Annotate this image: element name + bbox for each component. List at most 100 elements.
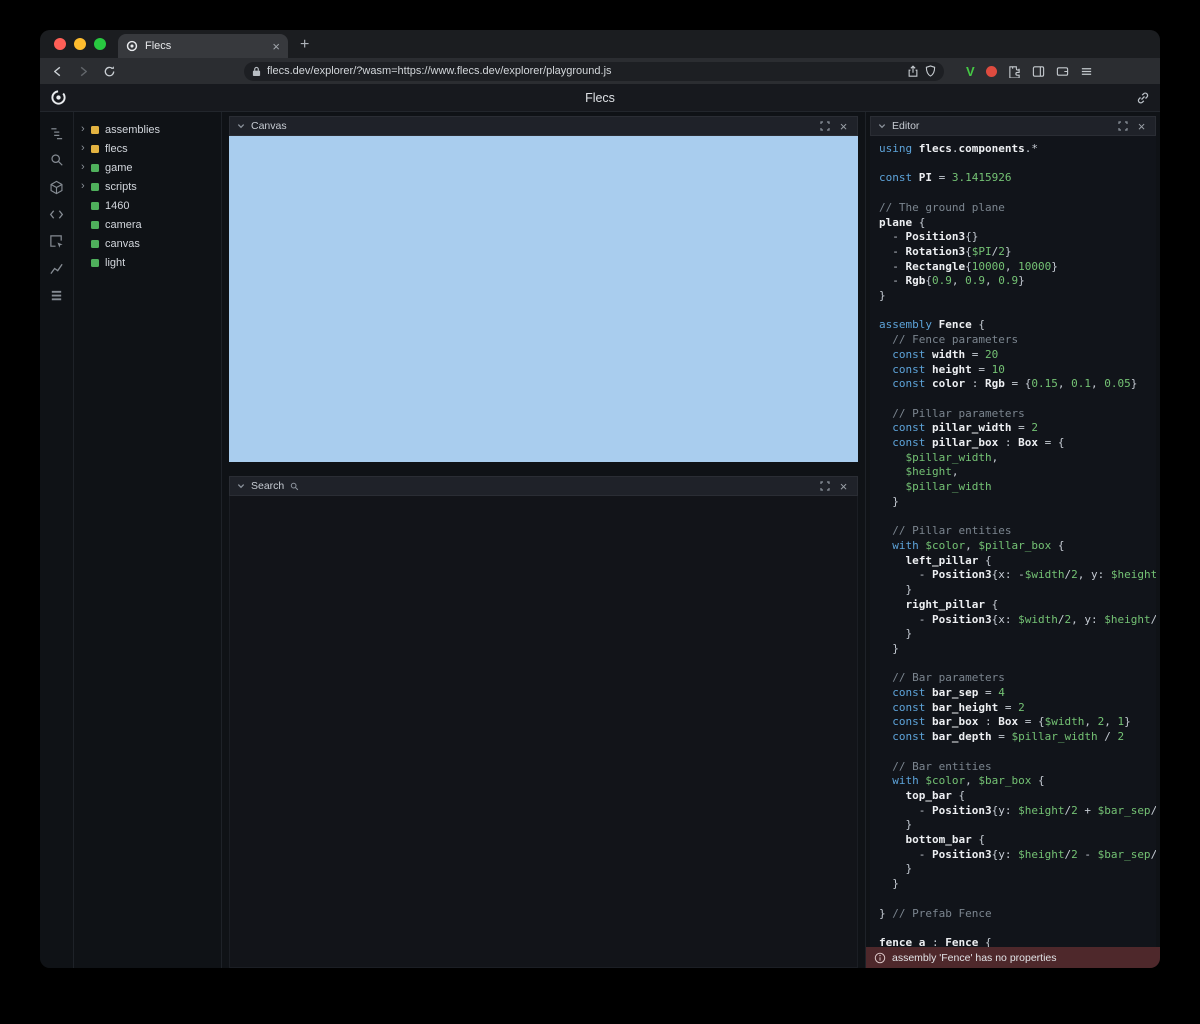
code-line: plane {	[879, 216, 1156, 231]
share-icon[interactable]	[907, 65, 919, 78]
code-line	[879, 892, 1156, 907]
extension-v-icon[interactable]: V	[966, 64, 975, 79]
code-line: }	[879, 495, 1156, 510]
tree-item-label: canvas	[105, 238, 140, 250]
center-column: Canvas × Search	[222, 112, 866, 968]
tab-favicon-flecs-icon	[126, 40, 138, 52]
address-bar[interactable]: flecs.dev/explorer/?wasm=https://www.fle…	[244, 62, 944, 81]
code-line: }	[879, 877, 1156, 892]
code-line: }	[879, 289, 1156, 304]
editor-close-icon[interactable]: ×	[1135, 120, 1148, 133]
code-line: bottom_bar {	[879, 833, 1156, 848]
editor-panel-title: Editor	[892, 120, 919, 132]
stats-chart-icon[interactable]	[48, 259, 66, 277]
wallet-icon[interactable]	[1056, 65, 1069, 78]
back-button[interactable]	[48, 62, 66, 80]
code-icon[interactable]	[48, 205, 66, 223]
extension-red-icon[interactable]	[986, 66, 997, 77]
new-tab-button[interactable]: +	[300, 36, 309, 54]
tree-item-light[interactable]: light	[74, 253, 221, 272]
tree-view-icon[interactable]	[48, 124, 66, 142]
code-line: const bar_sep = 4	[879, 686, 1156, 701]
entity-tree: ›assemblies›flecs›game›scripts1460camera…	[74, 112, 222, 968]
code-line: } // Prefab Fence	[879, 907, 1156, 922]
code-line	[879, 921, 1156, 936]
extensions-puzzle-icon[interactable]	[1008, 65, 1021, 78]
entity-color-dot	[91, 221, 99, 229]
tree-item-flecs[interactable]: › flecs	[74, 139, 221, 158]
tree-item-label: game	[105, 162, 133, 174]
entities-cube-icon[interactable]	[48, 178, 66, 196]
zoom-window-button[interactable]	[94, 38, 106, 50]
code-line: - Position3{x: $width/2, y: $height/2}	[879, 613, 1156, 628]
code-line: }	[879, 818, 1156, 833]
entity-color-dot	[91, 145, 99, 153]
expand-chevron-icon[interactable]: ›	[81, 124, 91, 135]
chevron-down-icon[interactable]	[237, 122, 245, 130]
search-glyph-icon	[290, 482, 299, 491]
code-line: const bar_depth = $pillar_width / 2	[879, 730, 1156, 745]
brave-shield-icon[interactable]	[925, 65, 936, 77]
minimize-window-button[interactable]	[74, 38, 86, 50]
code-line	[879, 392, 1156, 407]
tab-title: Flecs	[145, 40, 265, 52]
search-close-icon[interactable]: ×	[837, 480, 850, 493]
tree-item-label: camera	[105, 219, 142, 231]
code-line: using flecs.components.*	[879, 142, 1156, 157]
code-editor[interactable]: using flecs.components.* const PI = 3.14…	[870, 136, 1156, 947]
queries-rows-icon[interactable]	[48, 286, 66, 304]
code-line: fence_a : Fence {	[879, 936, 1156, 947]
tree-item-1460[interactable]: 1460	[74, 196, 221, 215]
tree-item-scripts[interactable]: ›scripts	[74, 177, 221, 196]
browser-tab[interactable]: Flecs ×	[118, 34, 288, 58]
browser-window: Flecs × + flecs.dev/explorer/?wasm=https…	[40, 30, 1160, 968]
tree-item-assemblies[interactable]: ›assemblies	[74, 120, 221, 139]
url-text: flecs.dev/explorer/?wasm=https://www.fle…	[267, 65, 901, 77]
code-line: top_bar {	[879, 789, 1156, 804]
code-line: const bar_height = 2	[879, 701, 1156, 716]
tree-item-label: flecs	[105, 143, 128, 155]
tree-item-camera[interactable]: camera	[74, 215, 221, 234]
editor-expand-icon[interactable]	[1116, 120, 1129, 133]
menu-icon[interactable]	[1080, 65, 1093, 78]
search-icon[interactable]	[48, 151, 66, 169]
code-line: right_pillar {	[879, 598, 1156, 613]
canvas-close-icon[interactable]: ×	[837, 120, 850, 133]
toolbar-extensions: V	[966, 64, 1099, 79]
code-line: }	[879, 862, 1156, 877]
tree-item-label: light	[105, 257, 125, 269]
code-line: - Position3{}	[879, 230, 1156, 245]
entity-color-dot	[91, 240, 99, 248]
icon-sidebar	[40, 112, 74, 968]
window-controls	[40, 30, 118, 58]
reload-button[interactable]	[100, 62, 118, 80]
tab-close-icon[interactable]: ×	[272, 40, 280, 53]
search-results-area[interactable]	[229, 496, 858, 968]
entity-color-dot	[91, 202, 99, 210]
close-window-button[interactable]	[54, 38, 66, 50]
expand-chevron-icon[interactable]: ›	[81, 181, 91, 192]
canvas-3d-viewport[interactable]	[229, 136, 858, 462]
code-line	[879, 186, 1156, 201]
expand-chevron-icon[interactable]: ›	[81, 143, 91, 154]
forward-button[interactable]	[74, 62, 92, 80]
tab-strip: Flecs × +	[40, 30, 1160, 58]
sidebar-toggle-icon[interactable]	[1032, 65, 1045, 78]
chevron-down-icon[interactable]	[878, 122, 886, 130]
search-expand-icon[interactable]	[818, 480, 831, 493]
tree-item-game[interactable]: › game	[74, 158, 221, 177]
code-line: - Rotation3{$PI/2}	[879, 245, 1156, 260]
tree-item-canvas[interactable]: canvas	[74, 234, 221, 253]
inspect-icon[interactable]	[48, 232, 66, 250]
code-line	[879, 510, 1156, 525]
entity-color-dot	[91, 183, 99, 191]
code-line: with $color, $bar_box {	[879, 774, 1156, 789]
lock-icon	[252, 66, 261, 77]
app-header: Flecs	[40, 84, 1160, 112]
canvas-expand-icon[interactable]	[818, 120, 831, 133]
expand-chevron-icon[interactable]: ›	[81, 162, 91, 173]
page-title: Flecs	[40, 91, 1160, 105]
chevron-down-icon[interactable]	[237, 482, 245, 490]
entity-color-dot	[91, 259, 99, 267]
code-line: // Bar entities	[879, 760, 1156, 775]
